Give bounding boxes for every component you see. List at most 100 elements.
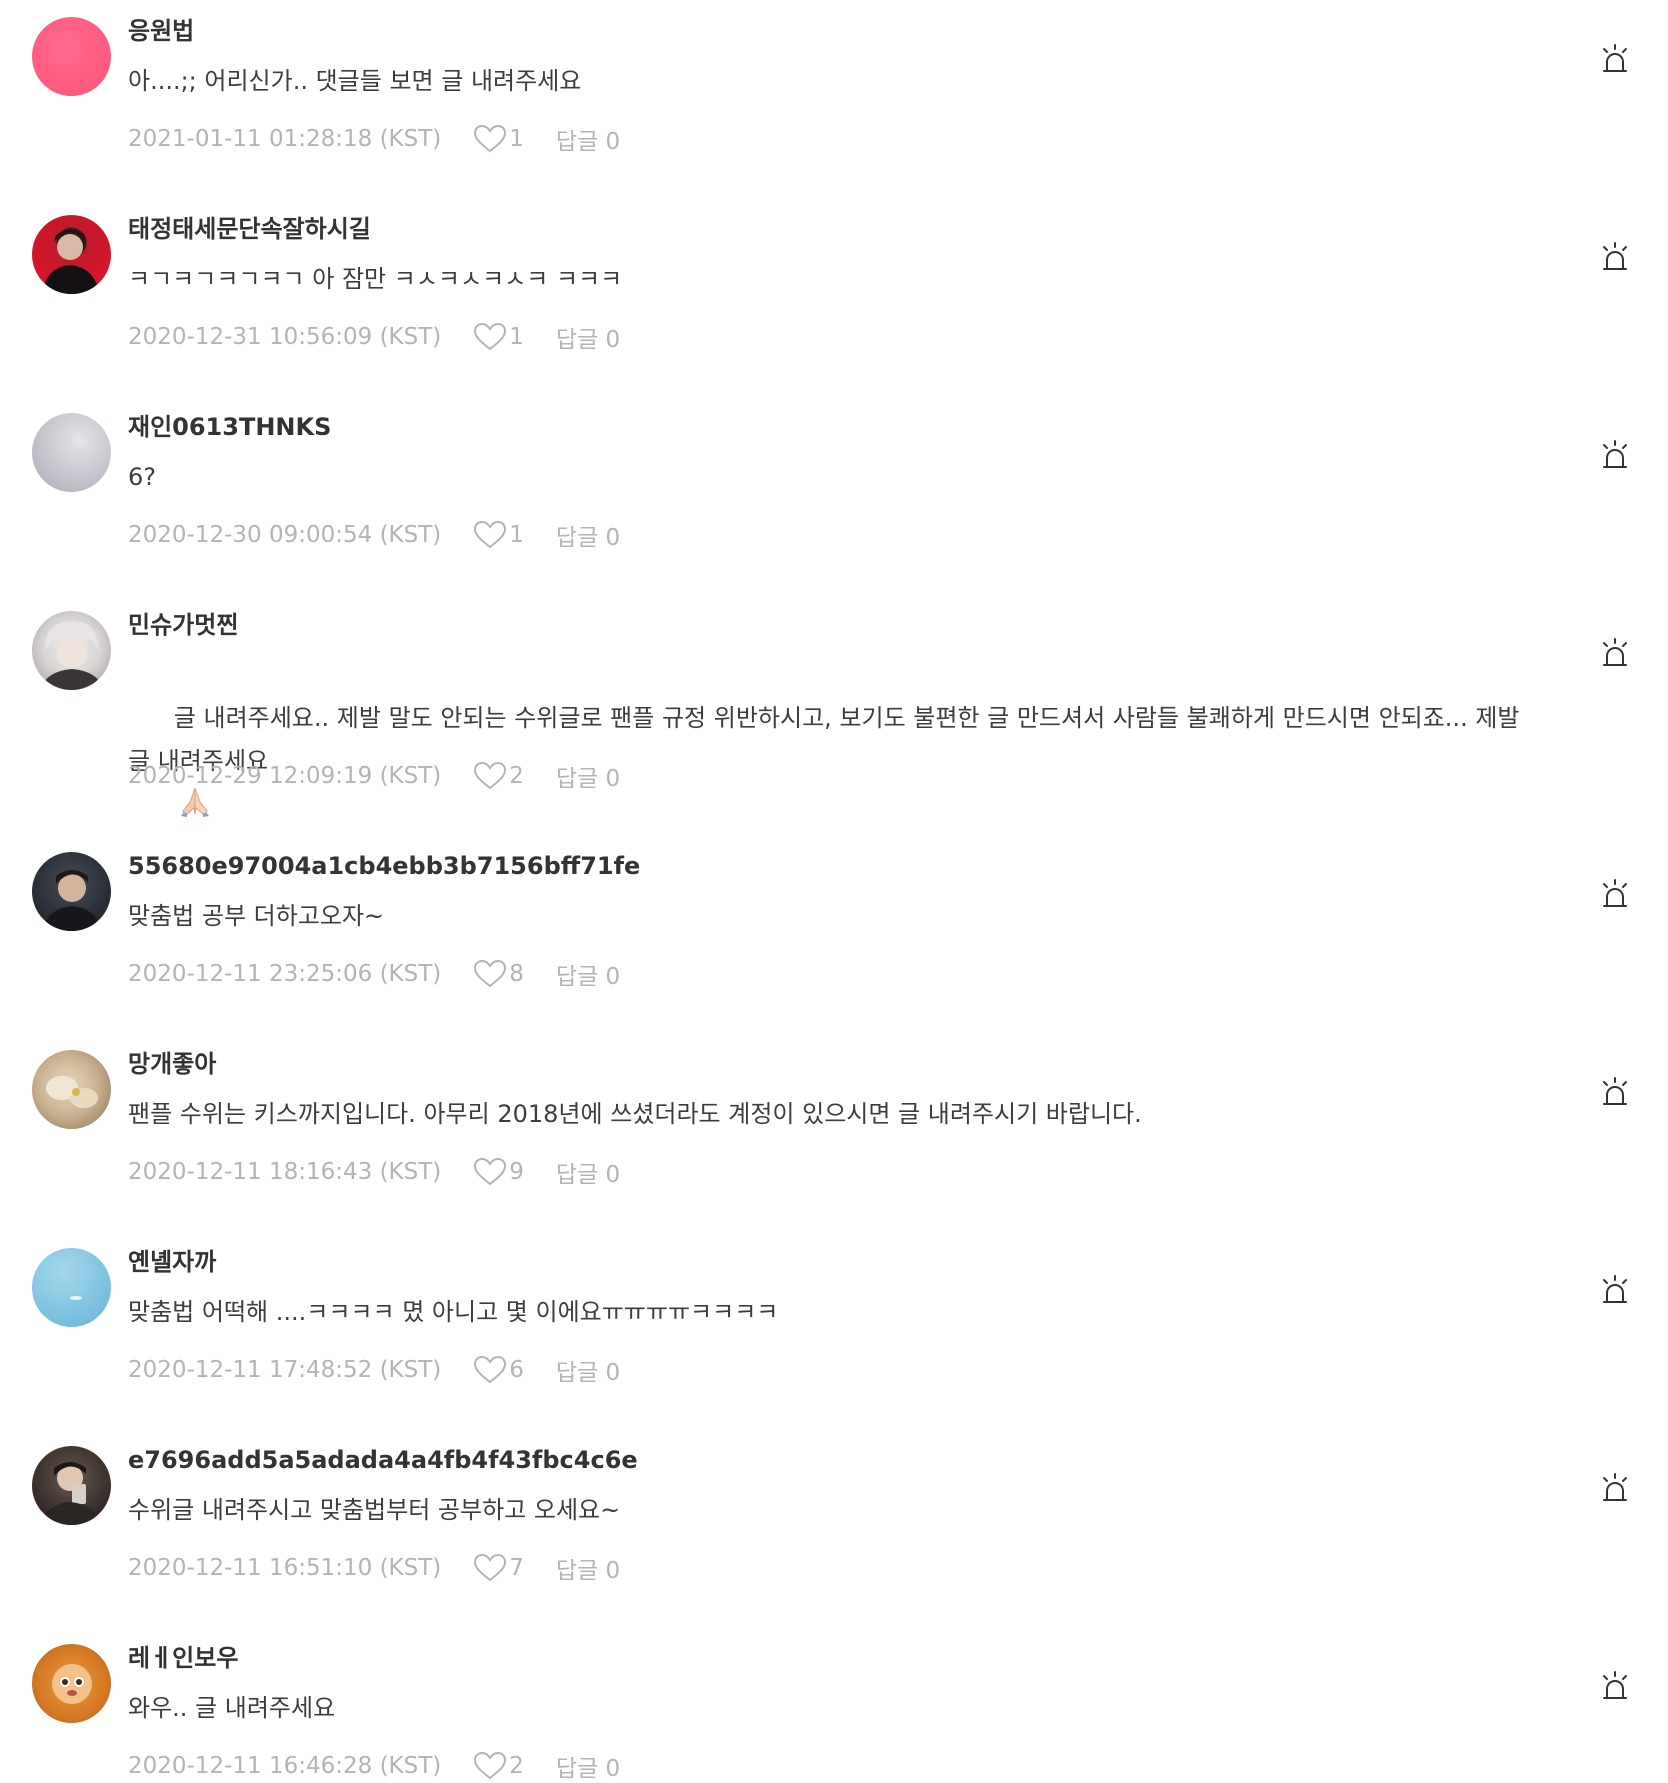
like-button[interactable]: 1 [473,520,524,550]
comment-meta: 2020-12-30 09:00:54 (KST) 1 답글 0 [128,518,620,552]
report-button[interactable] [1598,42,1632,76]
reply-label: 답글 [555,1756,599,1782]
comment-date: 2021-01-11 01:28:18 (KST) [128,126,442,152]
heart-icon [474,520,507,549]
reply-button[interactable]: 답글 0 [556,1353,620,1387]
reply-button[interactable]: 답글 0 [556,122,620,156]
comment-meta: 2020-12-11 23:25:06 (KST) 8 답글 0 [128,957,620,991]
siren-icon [1603,44,1627,72]
heart-icon [474,959,507,988]
portrait-light-hair-avatar-icon [40,621,104,690]
like-count: 1 [509,324,524,350]
comment-username[interactable]: 망개좋아 [128,1047,216,1081]
like-button[interactable]: 6 [473,1355,524,1385]
reply-button[interactable]: 답글 0 [556,1551,620,1585]
heart-icon [474,124,507,153]
reply-count: 0 [605,1360,621,1386]
comment-meta: 2020-12-31 10:56:09 (KST) 1 답글 0 [128,320,620,354]
report-button[interactable] [1598,877,1632,911]
comment-date: 2020-12-11 17:48:52 (KST) [128,1357,442,1383]
comment-meta: 2021-01-11 01:28:18 (KST) 1 답글 0 [128,122,620,156]
report-button[interactable] [1598,1075,1632,1109]
like-button[interactable]: 9 [473,1157,524,1187]
reply-label: 답글 [555,1360,599,1386]
comment-text: 수위글 내려주시고 맞춤법부터 공부하고 오세요~ [128,1496,621,1524]
reply-button[interactable]: 답글 0 [556,320,620,354]
reply-button[interactable]: 답글 0 [556,759,620,793]
comment-meta: 2020-12-29 12:09:19 (KST) 2 답글 0 [128,759,620,793]
siren-icon [1603,1275,1627,1303]
comment-username[interactable]: 민슈가멋찐 [128,608,238,642]
like-count: 8 [509,961,524,987]
avatar[interactable] [32,611,111,690]
reply-count: 0 [605,964,621,990]
report-button[interactable] [1598,1669,1632,1703]
comment-username[interactable]: 응원법 [128,14,194,48]
reply-label: 답글 [555,1558,599,1584]
reply-label: 답글 [555,964,599,990]
comment-date: 2020-12-29 12:09:19 (KST) [128,763,442,789]
like-count: 2 [509,1753,524,1779]
report-button[interactable] [1598,1471,1632,1505]
like-button[interactable]: 2 [473,761,524,791]
avatar[interactable] [32,413,111,492]
like-button[interactable]: 1 [473,124,524,154]
reply-count: 0 [605,1558,621,1584]
reply-button[interactable]: 답글 0 [556,518,620,552]
comment-text: 맞춤법 어떡해 ....ㅋㅋㅋㅋ 몄 아니고 몇 이에요ㅠㅠㅠㅠㅋㅋㅋㅋ [128,1298,779,1326]
comment-username[interactable]: 태정태세문단속잘하시길 [128,212,371,246]
like-button[interactable]: 2 [473,1751,524,1781]
reply-button[interactable]: 답글 0 [556,1155,620,1189]
comment-item: 옌녤자까 맞춤법 어떡해 ....ㅋㅋㅋㅋ 몄 아니고 몇 이에요ㅠㅠㅠㅠㅋㅋㅋ… [0,1231,1668,1429]
comment-username[interactable]: 55680e97004a1cb4ebb3b7156bff71fe [128,849,640,883]
like-button[interactable]: 8 [473,959,524,989]
avatar[interactable] [32,1050,111,1129]
report-button[interactable] [1598,438,1632,472]
reply-button[interactable]: 답글 0 [556,957,620,991]
reply-label: 답글 [555,327,599,353]
comment-item: 레ㅔ인보우 와우.. 글 내려주세요 2020-12-11 16:46:28 (… [0,1627,1668,1782]
comment-item: 민슈가멋찐 글 내려주세요.. 제발 말도 안되는 수위글로 팬플 규정 위반하… [0,594,1668,835]
comment-item: 55680e97004a1cb4ebb3b7156bff71fe 맞춤법 공부 … [0,835,1668,1033]
comment-item: 응원법 아....;; 어리신가.. 댓글들 보면 글 내려주세요 2021-0… [0,0,1668,198]
comment-text: 아....;; 어리신가.. 댓글들 보면 글 내려주세요 [128,67,582,95]
reply-button[interactable]: 답글 0 [556,1749,620,1783]
reply-label: 답글 [555,129,599,155]
comment-meta: 2020-12-11 16:51:10 (KST) 7 답글 0 [128,1551,620,1585]
comment-username[interactable]: e7696add5a5adada4a4fb4f43fbc4c6e [128,1443,638,1477]
like-count: 1 [509,522,524,548]
like-button[interactable]: 1 [473,322,524,352]
portrait-dark-background-avatar-icon [42,870,102,931]
report-button[interactable] [1598,240,1632,274]
heart-icon [474,1553,507,1582]
avatar[interactable] [32,215,111,294]
portrait-red-background-avatar-icon [42,230,100,294]
heart-icon [474,322,507,351]
avatar[interactable] [32,1248,111,1327]
reply-count: 0 [605,766,621,792]
avatar[interactable] [32,17,111,96]
comment-meta: 2020-12-11 16:46:28 (KST) 2 답글 0 [128,1749,620,1783]
heart-icon [474,1751,507,1780]
avatar[interactable] [32,1644,111,1723]
comment-date: 2020-12-11 16:51:10 (KST) [128,1555,442,1581]
comment-username[interactable]: 레ㅔ인보우 [128,1641,238,1675]
comment-date: 2020-12-30 09:00:54 (KST) [128,522,442,548]
comment-username[interactable]: 옌녤자까 [128,1245,216,1279]
like-count: 9 [509,1159,524,1185]
comment-username[interactable]: 재인0613THNKS [128,410,331,444]
avatar[interactable] [32,852,111,931]
like-button[interactable]: 7 [473,1553,524,1583]
like-count: 7 [509,1555,524,1581]
comment-meta: 2020-12-11 17:48:52 (KST) 6 답글 0 [128,1353,620,1387]
comment-date: 2020-12-11 23:25:06 (KST) [128,961,442,987]
comment-text: 팬플 수위는 키스까지입니다. 아무리 2018년에 쓰셨더라도 계정이 있으시… [128,1100,1142,1128]
comment-list: 응원법 아....;; 어리신가.. 댓글들 보면 글 내려주세요 2021-0… [0,0,1668,1782]
report-button[interactable] [1598,1273,1632,1307]
comment-date: 2020-12-31 10:56:09 (KST) [128,324,442,350]
reply-count: 0 [605,129,621,155]
comment-item: 재인0613THNKS 6? 2020-12-30 09:00:54 (KST)… [0,396,1668,594]
avatar[interactable] [32,1446,111,1525]
sky-avatar-icon [70,1296,82,1300]
report-button[interactable] [1598,636,1632,670]
